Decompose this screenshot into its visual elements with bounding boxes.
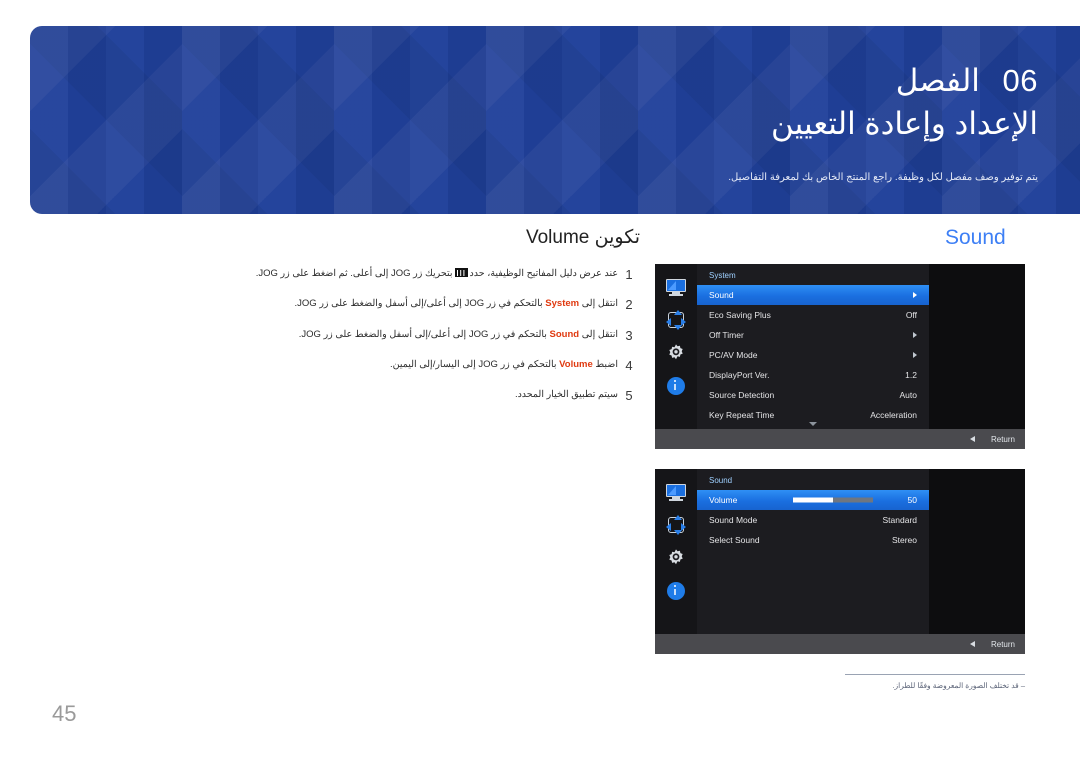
osd-item-value: 50 [907, 495, 917, 505]
step-text-before: عند عرض دليل المفاتيح الوظيفية، حدد [469, 268, 618, 279]
osd-menu-item-select-sound[interactable]: Select Sound Stereo [697, 530, 929, 550]
volume-slider-fill [793, 497, 833, 503]
chapter-number: 06 [1002, 63, 1038, 98]
osd-item-label: Off Timer [709, 330, 744, 340]
chevron-down-icon[interactable] [809, 422, 817, 426]
step-text-before: اضبط [595, 358, 618, 370]
osd-menu-item-sound-mode[interactable]: Sound Mode Standard [697, 510, 929, 530]
osd-menu-item-volume[interactable]: Volume 50 [697, 490, 929, 510]
osd-item-value: Stereo [891, 535, 917, 545]
info-icon[interactable] [666, 581, 686, 601]
banner-text-block: 06 الفصل الإعداد وإعادة التعيين يتم توفي… [728, 62, 1038, 185]
chapter-line: 06 الفصل [728, 62, 1038, 100]
step-keyword: Sound [549, 328, 580, 340]
osd-screenshot-system: System Sound Eco Saving Plus Off Off Tim… [655, 264, 1025, 449]
osd-item-label: Select Sound [709, 535, 760, 545]
osd-sidebar [655, 469, 697, 634]
info-icon[interactable] [666, 376, 686, 396]
step-text: سيتم تطبيق الخيار المحدد. [200, 388, 618, 402]
osd-sidebar [655, 264, 697, 429]
list-item: 1 عند عرض دليل المفاتيح الوظيفية، حدد بتح… [200, 267, 640, 283]
return-arrow-icon [969, 641, 975, 647]
steps-list: 1 عند عرض دليل المفاتيح الوظيفية، حدد بتح… [200, 267, 640, 404]
osd-item-label: DisplayPort Ver. [709, 370, 770, 380]
osd-menu-item-sound[interactable]: Sound [697, 285, 929, 305]
step-number: 5 [625, 388, 633, 403]
osd-column: Sound System Sound Eco Saving Plus Off O… [655, 226, 1025, 674]
osd-item-value: 1.2 [905, 370, 917, 380]
list-item: 3 انتقل إلى Sound بالتحكم في زر JOG إلى … [200, 328, 640, 344]
monitor-icon[interactable] [666, 277, 686, 297]
content-area: تكوين Volume 1 عند عرض دليل المفاتيح الو… [0, 226, 1080, 690]
step-text: انتقل إلى Sound بالتحكم في زر JOG إلى أع… [200, 328, 618, 342]
step-text: انتقل إلى System بالتحكم في زر JOG إلى أ… [200, 297, 618, 311]
move-icon[interactable] [666, 515, 686, 535]
osd-item-value: Standard [882, 515, 918, 525]
osd-section-heading: Sound [945, 226, 1006, 249]
step-text: عند عرض دليل المفاتيح الوظيفية، حدد بتحري… [200, 267, 618, 281]
step-number: 4 [625, 357, 633, 373]
step-text: اضبط Volume بالتحكم في زر JOG إلى اليسار… [200, 358, 618, 372]
list-item: 5 سيتم تطبيق الخيار المحدد. [200, 388, 640, 404]
chevron-right-icon [913, 292, 917, 298]
step-number: 2 [625, 297, 633, 313]
chevron-right-icon [913, 332, 917, 338]
osd-menu-item-source-detection[interactable]: Source Detection Auto [697, 385, 929, 405]
instructions-title: تكوين Volume [525, 227, 640, 248]
page-number: 45 [52, 701, 77, 726]
osd-screenshot-sound: Sound Volume 50 Sound Mode Standard Sele… [655, 469, 1025, 654]
step-text-after: بتحريك زر JOG إلى أعلى. ثم اضغط على زر J… [255, 268, 453, 279]
osd-menu-item-off-timer[interactable]: Off Timer [697, 325, 929, 345]
list-item: 4 اضبط Volume بالتحكم في زر JOG إلى اليس… [200, 358, 640, 374]
gear-icon[interactable] [666, 343, 686, 363]
osd-item-label: Sound Mode [709, 515, 758, 525]
osd-item-label: Source Detection [709, 390, 775, 400]
gear-icon[interactable] [666, 548, 686, 568]
note-text: ‒ قد تختلف الصورة المعروضة وفقًا للطراز. [892, 681, 1025, 690]
step-keyword: Volume [559, 358, 593, 370]
step-number: 1 [625, 267, 633, 282]
osd-menu-item-eco-saving-plus[interactable]: Eco Saving Plus Off [697, 305, 929, 325]
chapter-label: الفصل [895, 63, 980, 98]
chevron-right-icon [913, 352, 917, 358]
step-text-after: بالتحكم في زر JOG إلى أعلى/إلى أسفل والض… [298, 328, 547, 340]
return-arrow-icon [969, 436, 975, 442]
volume-slider[interactable] [793, 497, 873, 503]
menu-segments-icon [454, 268, 468, 277]
osd-item-label: PC/AV Mode [709, 350, 758, 360]
banner-subtitle: يتم توفير وصف مفصل لكل وظيفة. راجع المنت… [728, 172, 1038, 184]
step-number: 3 [625, 327, 633, 343]
note-block: ‒ قد تختلف الصورة المعروضة وفقًا للطراز. [655, 674, 1025, 691]
osd-menu-panel: Sound Volume 50 Sound Mode Standard Sele… [697, 469, 929, 634]
osd-bottom-bar: Return [655, 634, 1025, 654]
step-text-before: انتقل إلى [581, 328, 618, 340]
chapter-banner: 06 الفصل الإعداد وإعادة التعيين يتم توفي… [30, 26, 1080, 214]
osd-item-label: Eco Saving Plus [709, 310, 771, 320]
osd-item-label: Volume [709, 495, 738, 505]
osd-menu-panel: System Sound Eco Saving Plus Off Off Tim… [697, 264, 929, 429]
list-item: 2 انتقل إلى System بالتحكم في زر JOG إلى… [200, 297, 640, 313]
chapter-title: الإعداد وإعادة التعيين [771, 105, 1038, 141]
osd-item-value: Auto [899, 390, 918, 400]
return-button[interactable]: Return [991, 640, 1015, 649]
step-keyword: System [545, 298, 580, 310]
osd-item-label: Key Repeat Time [709, 410, 775, 420]
osd-item-label: Sound [709, 290, 734, 300]
move-icon[interactable] [666, 310, 686, 330]
osd-panel-title: System [709, 271, 736, 280]
step-text-before: انتقل إلى [581, 298, 618, 310]
osd-menu-item-displayport-ver[interactable]: DisplayPort Ver. 1.2 [697, 365, 929, 385]
step-text-after: بالتحكم في زر JOG إلى اليسار/إلى اليمين. [389, 358, 557, 370]
return-button[interactable]: Return [991, 435, 1015, 444]
note-divider [845, 674, 1025, 675]
osd-bottom-bar: Return [655, 429, 1025, 449]
osd-item-value: Off [905, 310, 917, 320]
step-text-before: سيتم تطبيق الخيار المحدد. [514, 389, 618, 400]
step-text-after: بالتحكم في زر JOG إلى أعلى/إلى أسفل والض… [294, 298, 543, 310]
osd-item-value: Acceleration [870, 410, 917, 420]
osd-menu-item-pc-av-mode[interactable]: PC/AV Mode [697, 345, 929, 365]
instructions-block: تكوين Volume 1 عند عرض دليل المفاتيح الو… [200, 226, 640, 418]
monitor-icon[interactable] [666, 482, 686, 502]
osd-panel-title: Sound [709, 476, 733, 485]
